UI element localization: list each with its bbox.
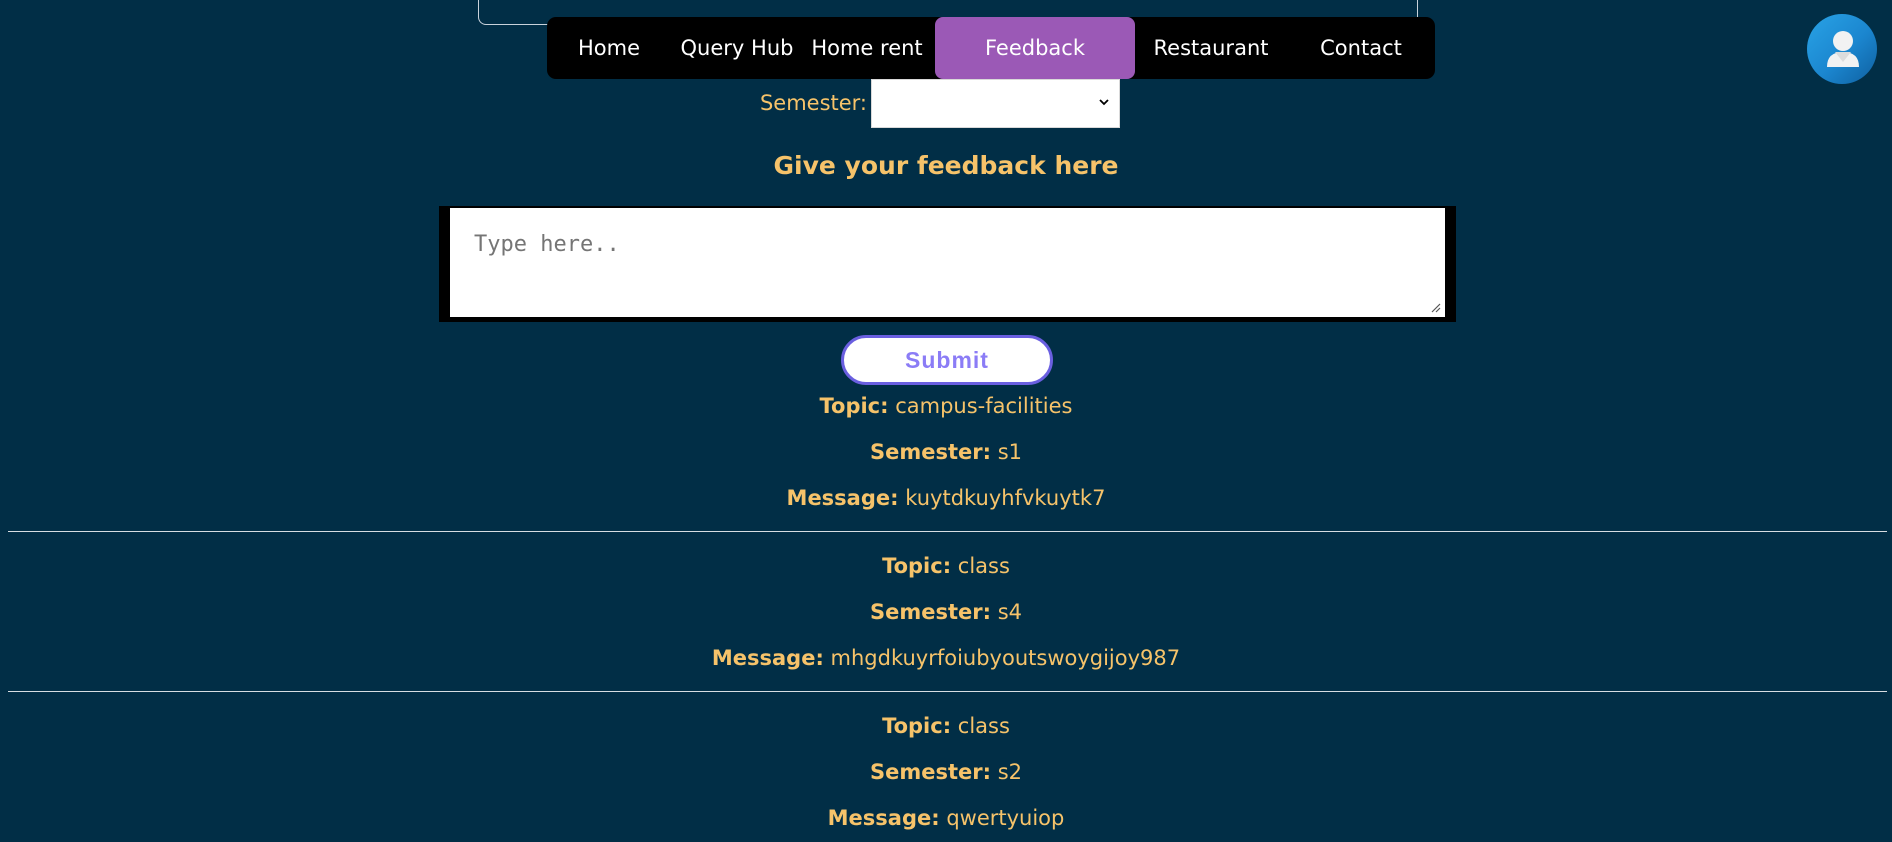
feedback-topic-line: Topic: class bbox=[0, 554, 1892, 578]
topic-value: campus-facilities bbox=[895, 394, 1073, 418]
topic-label: Topic: bbox=[882, 714, 952, 738]
feedback-topic-line: Topic: campus-facilities bbox=[0, 394, 1892, 418]
semester-select-label: Semester: bbox=[759, 91, 867, 115]
feedback-semester-line: Semester: s4 bbox=[0, 600, 1892, 624]
nav-query-hub[interactable]: Query Hub bbox=[671, 17, 803, 79]
feedback-message-line: Message: kuytdkuyhfvkuytk7 bbox=[0, 486, 1892, 510]
user-avatar-glyph bbox=[1827, 31, 1877, 84]
main-navbar: Home Query Hub Home rent Feedback Restau… bbox=[547, 17, 1435, 79]
nav-home[interactable]: Home bbox=[547, 17, 671, 79]
message-value: mhgdkuyrfoiubyoutswoygijoy987 bbox=[830, 646, 1181, 670]
feedback-topic-line: Topic: class bbox=[0, 714, 1892, 738]
semester-value: s1 bbox=[997, 440, 1023, 464]
submit-button[interactable]: Submit bbox=[841, 335, 1053, 385]
topic-label: Topic: bbox=[819, 394, 889, 418]
resize-grip-icon[interactable] bbox=[1431, 303, 1441, 313]
topic-value: class bbox=[957, 714, 1010, 738]
chevron-down-icon bbox=[1099, 99, 1109, 106]
topic-value: class bbox=[957, 554, 1010, 578]
semester-label: Semester: bbox=[869, 600, 992, 624]
message-value: kuytdkuyhfvkuytk7 bbox=[905, 486, 1106, 510]
feedback-divider bbox=[8, 691, 1887, 692]
feedback-semester-line: Semester: s2 bbox=[0, 760, 1892, 784]
feedback-divider bbox=[8, 531, 1887, 532]
nav-restaurant[interactable]: Restaurant bbox=[1135, 17, 1287, 79]
nav-contact[interactable]: Contact bbox=[1287, 17, 1435, 79]
semester-label: Semester: bbox=[869, 760, 992, 784]
textarea-placeholder: Type here.. bbox=[474, 232, 620, 257]
feedback-message-line: Message: qwertyuiop bbox=[0, 806, 1892, 830]
message-label: Message: bbox=[827, 806, 940, 830]
user-avatar-icon[interactable] bbox=[1807, 14, 1877, 84]
feedback-textarea[interactable]: Type here.. bbox=[450, 208, 1445, 317]
topic-label: Topic: bbox=[882, 554, 952, 578]
message-label: Message: bbox=[786, 486, 899, 510]
feedback-message-line: Message: mhgdkuyrfoiubyoutswoygijoy987 bbox=[0, 646, 1892, 670]
feedback-semester-line: Semester: s1 bbox=[0, 440, 1892, 464]
semester-label: Semester: bbox=[869, 440, 992, 464]
message-value: qwertyuiop bbox=[946, 806, 1065, 830]
nav-feedback[interactable]: Feedback bbox=[935, 17, 1135, 79]
message-label: Message: bbox=[711, 646, 824, 670]
semester-value: s4 bbox=[997, 600, 1023, 624]
feedback-heading: Give your feedback here bbox=[773, 151, 1119, 180]
nav-home-rent[interactable]: Home rent bbox=[803, 17, 931, 79]
semester-select[interactable] bbox=[871, 79, 1120, 128]
semester-value: s2 bbox=[997, 760, 1023, 784]
